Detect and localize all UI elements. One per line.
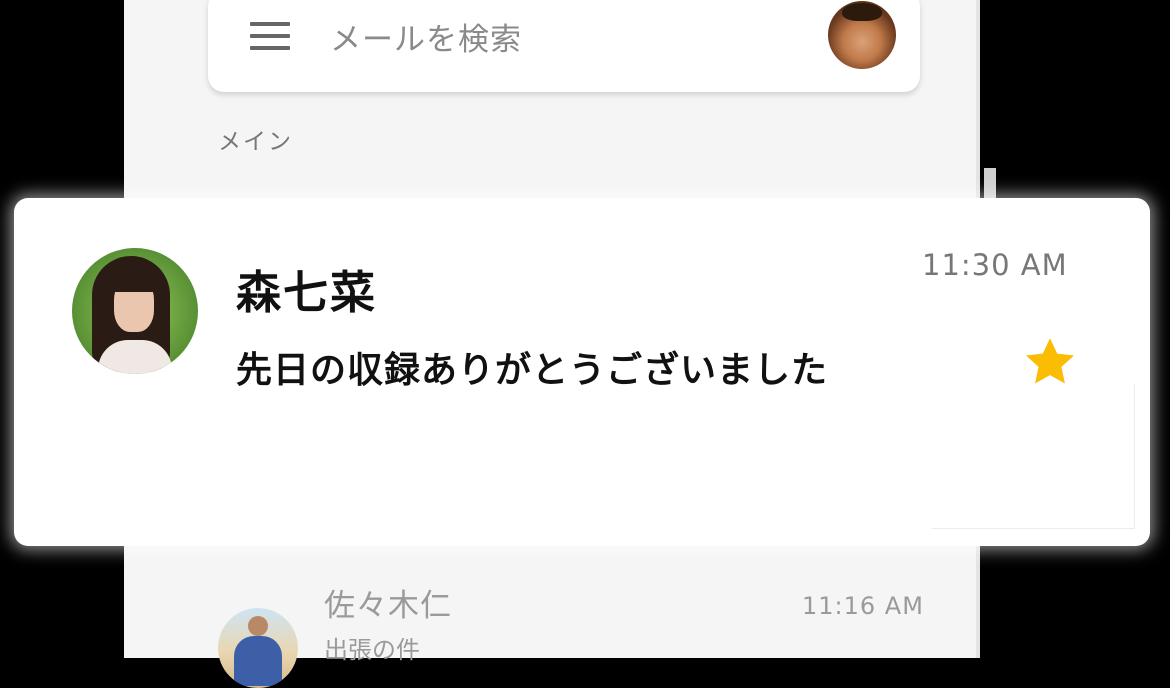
mail-subject: 先日の収録ありがとうございました [236,350,829,391]
sender-avatar [72,248,198,374]
inbox-section-label: メイン [218,129,293,155]
mail-subject: 出張の件 [324,636,420,664]
highlighted-mail-item[interactable]: 森七菜 先日の収録ありがとうございました 11:30 AM [14,198,1150,546]
search-bar[interactable]: メールを検索 [208,0,920,92]
hamburger-menu-icon[interactable] [250,22,290,50]
account-avatar[interactable] [828,1,896,69]
search-input[interactable]: メールを検索 [330,14,522,59]
sender-avatar [218,608,298,688]
star-icon[interactable] [1020,334,1080,390]
mail-sender: 森七菜 [236,266,378,319]
mail-sender: 佐々木仁 [324,588,452,624]
card-divider [932,384,1135,529]
mail-time: 11:30 AM [922,248,1068,282]
mail-time: 11:16 AM [802,592,924,620]
